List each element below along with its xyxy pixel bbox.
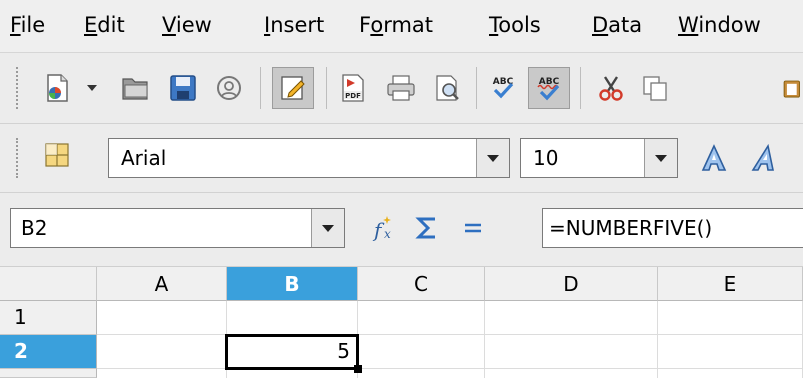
svg-text:x: x [384, 227, 391, 241]
chevron-down-icon [655, 154, 667, 162]
menu-data[interactable]: Data [590, 8, 644, 42]
font-name-value: Arial [121, 146, 167, 170]
italic-icon[interactable] [744, 138, 784, 178]
autospellcheck-icon[interactable]: ABC [528, 67, 570, 109]
cell-d3[interactable] [485, 369, 658, 378]
cell-c2[interactable] [358, 335, 485, 369]
cell-a3[interactable] [97, 369, 227, 378]
row-header-3[interactable] [0, 369, 97, 378]
row-header-2[interactable]: 2 [0, 335, 97, 369]
formula-input-value: =NUMBERFIVE() [549, 216, 713, 240]
new-document-icon[interactable] [40, 71, 74, 105]
cell-c3[interactable] [358, 369, 485, 378]
chevron-down-icon [487, 154, 499, 162]
name-box-dropdown-button[interactable] [311, 209, 344, 247]
cell-e2[interactable] [658, 335, 803, 369]
cell-d1[interactable] [485, 301, 658, 335]
cell-b2-active[interactable]: 5 [225, 334, 359, 370]
menu-tools[interactable]: Tools [487, 8, 543, 42]
column-header-d[interactable]: D [485, 267, 658, 301]
cell-d2[interactable] [485, 335, 658, 369]
menu-view[interactable]: View [160, 8, 214, 42]
paste-icon[interactable] [782, 71, 803, 105]
svg-text:PDF: PDF [345, 92, 361, 100]
function-equals-icon[interactable] [456, 211, 490, 245]
open-folder-icon[interactable] [118, 71, 152, 105]
menu-file[interactable]: File [8, 8, 47, 42]
page-preview-icon[interactable] [430, 71, 464, 105]
standard-toolbar: PDF ABC ABC [0, 53, 803, 124]
column-header-a[interactable]: A [97, 267, 227, 301]
toolbar-separator [476, 67, 477, 109]
export-pdf-icon[interactable]: PDF [336, 71, 370, 105]
cell-a2[interactable] [97, 335, 227, 369]
toolbar-separator [326, 67, 327, 109]
toolbar-separator [260, 67, 261, 109]
save-icon[interactable] [166, 71, 200, 105]
font-size-dropdown-button[interactable] [644, 139, 677, 177]
edit-file-icon[interactable] [212, 71, 246, 105]
cell-b1[interactable] [227, 301, 358, 335]
column-header-e[interactable]: E [658, 267, 803, 301]
function-wizard-icon[interactable]: f x [366, 211, 400, 245]
font-name-combo[interactable]: Arial [108, 138, 510, 178]
spreadsheet-grid: A B C D E 1 2 5 [0, 267, 803, 378]
cell-c1[interactable] [358, 301, 485, 335]
fill-handle[interactable] [354, 365, 362, 373]
menu-edit[interactable]: Edit [82, 8, 127, 42]
row-header-1[interactable]: 1 [0, 301, 97, 335]
dropdown-arrow-icon[interactable] [82, 71, 102, 105]
menu-window[interactable]: Window [676, 8, 763, 42]
column-header-c[interactable]: C [358, 267, 485, 301]
font-size-combo[interactable]: 10 [520, 138, 678, 178]
cell-b3[interactable] [227, 369, 358, 378]
bold-icon[interactable] [694, 138, 734, 178]
menu-format[interactable]: Format [357, 8, 435, 42]
menu-insert[interactable]: Insert [262, 8, 326, 42]
edit-mode-icon[interactable] [272, 67, 314, 109]
name-box-value: B2 [21, 216, 48, 240]
sum-icon[interactable] [410, 211, 444, 245]
toolbar-grip[interactable] [16, 138, 23, 178]
copy-icon[interactable] [638, 71, 672, 105]
column-header-b[interactable]: B [227, 267, 358, 301]
cell-a1[interactable] [97, 301, 227, 335]
print-icon[interactable] [384, 71, 418, 105]
cell-e3[interactable] [658, 369, 803, 378]
menu-bar: File Edit View Insert Format Tools Data … [0, 0, 803, 53]
spellcheck-icon[interactable]: ABC [486, 71, 520, 105]
formula-input[interactable]: =NUMBERFIVE() [542, 208, 803, 248]
font-name-dropdown-button[interactable] [476, 139, 509, 177]
select-all-corner[interactable] [0, 267, 97, 301]
cell-e1[interactable] [658, 301, 803, 335]
formatting-toolbar: Arial 10 [0, 124, 803, 193]
toolbar-grip[interactable] [16, 67, 23, 109]
font-size-value: 10 [533, 146, 559, 170]
styles-icon[interactable] [40, 138, 74, 172]
toolbar-separator [580, 67, 581, 109]
chevron-down-icon [322, 224, 334, 232]
name-box[interactable]: B2 [10, 208, 345, 248]
formula-bar: B2 f x =NUMBERFIVE() [0, 193, 803, 267]
cut-icon[interactable] [594, 71, 628, 105]
